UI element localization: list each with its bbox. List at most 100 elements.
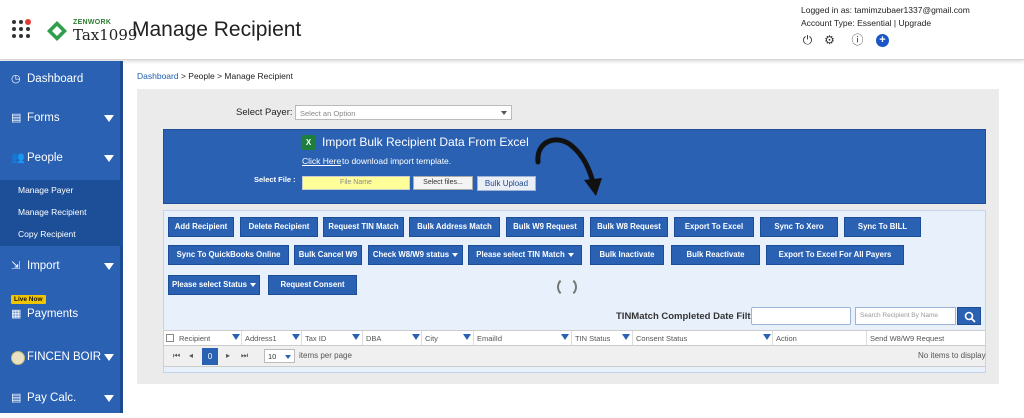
gear-icon[interactable]: ⚙ <box>823 34 836 47</box>
page-title: Manage Recipient <box>132 18 302 41</box>
column-divider <box>866 331 867 345</box>
last-page-icon[interactable]: ⏭ <box>241 351 248 361</box>
search-icon <box>964 311 976 323</box>
page-size-select[interactable]: 10 <box>264 349 295 363</box>
curved-arrow-annotation-icon <box>535 137 602 196</box>
first-page-icon[interactable]: ⏮ <box>173 351 180 361</box>
caret-down-icon <box>104 115 114 122</box>
apps-grid-icon[interactable] <box>12 19 34 42</box>
delete-recipient-button[interactable]: Delete Recipient <box>240 217 318 237</box>
next-page-icon[interactable]: ▸ <box>226 351 230 360</box>
sync-to-bill-button[interactable]: Sync To BILL <box>844 217 921 237</box>
breadcrumb: Dashboard > People > Manage Recipient <box>137 71 293 81</box>
submenu-manage-recipient[interactable]: Manage Recipient <box>18 207 87 217</box>
select-payer-label: Select Payer: <box>236 107 293 118</box>
people-submenu: Manage Payer Manage Recipient Copy Recip… <box>0 180 123 246</box>
bulk-w9-request-button[interactable]: Bulk W9 Request <box>506 217 584 237</box>
caret-down-icon <box>104 263 114 270</box>
prev-page-icon[interactable]: ◂ <box>189 351 193 360</box>
sidebar-item-people[interactable]: 👥 People <box>0 140 123 178</box>
items-per-page-label: items per page <box>299 351 352 360</box>
brand-small: ZENWORK <box>73 19 112 26</box>
filter-icon[interactable] <box>352 334 360 340</box>
account-type: Account Type: Essential | Upgrade <box>801 17 970 30</box>
add-recipient-button[interactable]: Add Recipient <box>168 217 234 237</box>
column-divider <box>421 331 422 345</box>
excel-icon: X <box>302 135 315 150</box>
no-items-label: No items to display <box>918 351 986 360</box>
current-page[interactable]: 0 <box>202 348 218 365</box>
click-here-link[interactable]: Click Here <box>302 156 341 166</box>
people-icon: 👥 <box>11 152 25 164</box>
bulk-reactivate-button[interactable]: Bulk Reactivate <box>671 245 760 265</box>
bulk-inactivate-button[interactable]: Bulk Inactivate <box>590 245 664 265</box>
sidebar-item-dashboard[interactable]: ◷ Dashboard <box>0 61 123 99</box>
request-consent-button[interactable]: Request Consent <box>268 275 357 295</box>
column-divider <box>571 331 572 345</box>
sidebar-item-fincen-boir[interactable]: FINCEN BOIR <box>0 339 123 377</box>
filter-icon[interactable] <box>292 334 300 340</box>
sidebar-item-label: Forms <box>27 112 60 124</box>
column-tin-status[interactable]: TIN Status <box>575 334 610 343</box>
search-recipient-input[interactable]: Search Recipient By Name <box>855 307 956 325</box>
column-consent-status[interactable]: Consent Status <box>636 334 687 343</box>
submenu-copy-recipient[interactable]: Copy Recipient <box>18 229 76 239</box>
power-icon[interactable]: ⏻ <box>801 34 814 47</box>
column-send-w8-w9-request[interactable]: Send W8/W9 Request <box>870 334 944 343</box>
calculator-icon: ▤ <box>11 392 22 404</box>
search-button[interactable] <box>957 307 981 325</box>
help-icon[interactable]: ⓘ <box>851 34 864 47</box>
column-emailid[interactable]: EmailId <box>477 334 502 343</box>
filter-icon[interactable] <box>622 334 630 340</box>
sidebar-item-forms[interactable]: ▤ Forms <box>0 100 123 138</box>
tin-match-select-dropdown[interactable]: Please select TIN Match <box>468 245 582 265</box>
column-recipient[interactable]: Recipient <box>179 334 210 343</box>
request-tin-match-button[interactable]: Request TIN Match <box>323 217 404 237</box>
tax1099-logo[interactable]: ZENWORK Tax1099 <box>46 18 137 44</box>
dashboard-icon: ◷ <box>11 73 21 85</box>
check-status-label: Check W8/W9 status <box>372 250 450 259</box>
filter-icon[interactable] <box>763 334 771 340</box>
submenu-manage-payer[interactable]: Manage Payer <box>18 185 73 195</box>
filter-icon[interactable] <box>232 334 240 340</box>
status-select-dropdown[interactable]: Please select Status <box>168 275 260 295</box>
account-info: Logged in as: tamimzubaer1337@gmail.com … <box>801 4 970 30</box>
sync-to-quickbooks-button[interactable]: Sync To QuickBooks Online <box>168 245 289 265</box>
top-bar: ZENWORK Tax1099 Manage Recipient Logged … <box>0 0 1024 60</box>
select-payer-dropdown[interactable]: Select an Option <box>295 105 512 120</box>
breadcrumb-dashboard-link[interactable]: Dashboard <box>137 71 179 81</box>
sidebar-item-label: Payments <box>27 308 79 320</box>
column-dba[interactable]: DBA <box>366 334 381 343</box>
column-address1[interactable]: Address1 <box>245 334 277 343</box>
sidebar-item-label: Import <box>27 260 60 272</box>
sync-to-xero-button[interactable]: Sync To Xero <box>760 217 838 237</box>
column-city[interactable]: City <box>425 334 438 343</box>
sidebar-item-label: People <box>27 152 63 164</box>
filter-icon[interactable] <box>412 334 420 340</box>
select-all-checkbox[interactable] <box>166 334 174 342</box>
sidebar-item-payments[interactable]: ▦ Payments <box>0 296 123 334</box>
tin-match-date-input[interactable] <box>751 307 851 325</box>
select-files-button[interactable]: Select files... <box>413 176 473 190</box>
export-to-excel-button[interactable]: Export To Excel <box>674 217 754 237</box>
plus-circle-icon[interactable]: + <box>876 34 889 47</box>
template-download-text: to download import template. <box>342 156 452 166</box>
chevron-down-icon <box>285 355 291 359</box>
bulk-address-match-button[interactable]: Bulk Address Match <box>409 217 500 237</box>
column-tax-id[interactable]: Tax ID <box>305 334 326 343</box>
select-payer-placeholder: Select an Option <box>300 109 356 118</box>
check-w8-w9-status-dropdown[interactable]: Check W8/W9 status <box>368 245 463 265</box>
sidebar-item-pay-calc[interactable]: ▤ Pay Calc. <box>0 380 123 418</box>
column-action[interactable]: Action <box>776 334 797 343</box>
export-to-excel-all-payers-button[interactable]: Export To Excel For All Payers <box>766 245 904 265</box>
filter-icon[interactable] <box>561 334 569 340</box>
zenwork-logo-icon <box>47 21 67 41</box>
filter-icon[interactable] <box>463 334 471 340</box>
file-name-field[interactable]: File Name <box>302 176 410 190</box>
bulk-w8-request-button[interactable]: Bulk W8 Request <box>590 217 668 237</box>
sidebar-item-import[interactable]: ⇲ Import <box>0 248 123 286</box>
bulk-cancel-w9-button[interactable]: Bulk Cancel W9 <box>294 245 362 265</box>
upgrade-link[interactable]: Upgrade <box>899 18 932 28</box>
sidebar-item-label: FINCEN BOIR <box>27 351 102 363</box>
chevron-down-icon <box>249 282 256 287</box>
